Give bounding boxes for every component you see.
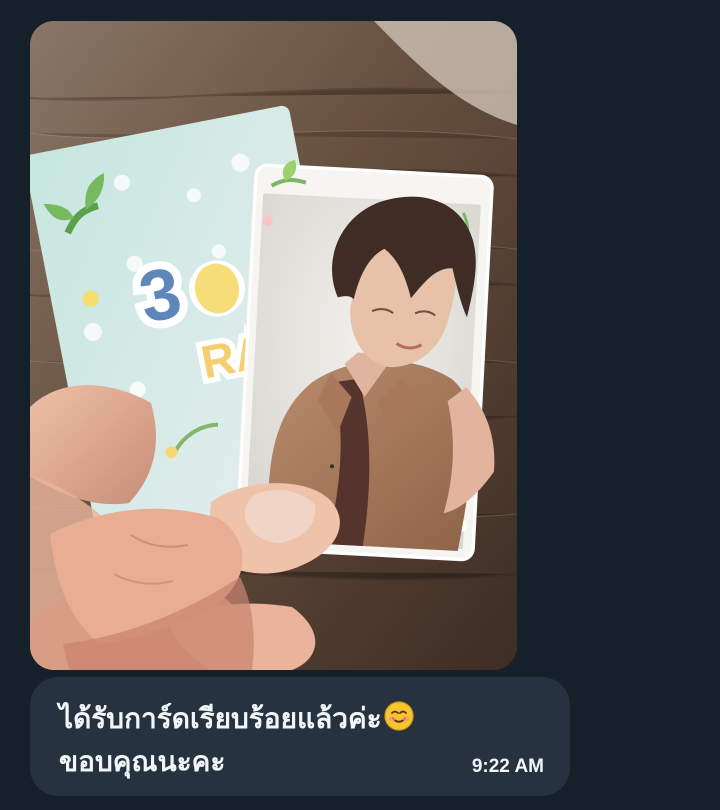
chat-screen: 3 3 RA RA ได้รับการ์ดเรียบร้อยแล้วค่ะ ขอ… [0, 0, 720, 810]
message-line-1: ได้รับการ์ดเรียบร้อยแล้วค่ะ [59, 697, 544, 740]
message-text-line-1: ได้รับการ์ดเรียบร้อยแล้วค่ะ [59, 702, 382, 735]
message-timestamp: 9:22 AM [471, 756, 544, 777]
text-message-bubble[interactable]: ได้รับการ์ดเรียบร้อยแล้วค่ะ ขอบคุณนะคะ 9… [30, 677, 570, 796]
smiling-face-icon [384, 701, 414, 731]
photo-message[interactable]: 3 3 RA RA [30, 21, 517, 670]
hand-holding-photocard-icon: 3 3 RA RA [30, 21, 517, 670]
